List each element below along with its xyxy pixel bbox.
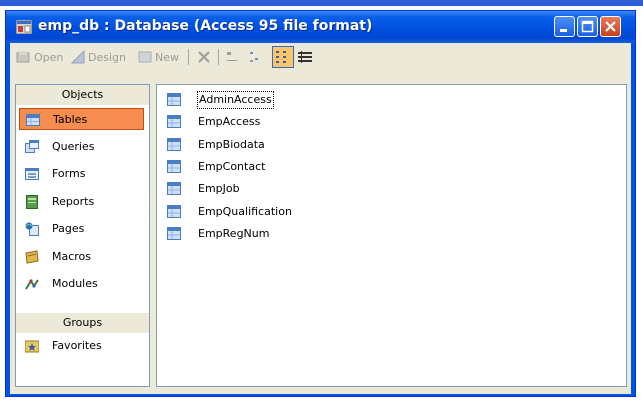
database-window: emp_db : Database (Access 95 file format… [5,10,636,397]
macro-icon [25,249,39,264]
design-button[interactable]: Design [70,47,126,67]
object-list: AdminAccess EmpAccess EmpBiodata EmpContact… [156,84,627,387]
table-icon [167,115,181,129]
minimize-button[interactable] [554,16,575,37]
small-icons-button[interactable] [248,47,266,67]
object-item-macros[interactable]: Macros [19,246,144,268]
page-icon [25,222,39,236]
object-item-label: Queries [52,139,95,153]
group-item-favorites[interactable]: Favorites [19,335,144,357]
top-edge [0,0,643,6]
toolbar-separator [188,49,189,65]
table-name: EmpBiodata [198,137,265,151]
table-name: EmpJob [198,182,240,196]
table-icon [167,137,181,151]
table-icon [167,182,181,196]
table-name: AdminAccess [197,91,274,109]
query-icon [25,139,39,153]
table-icon [26,114,40,126]
table-icon [167,93,181,106]
window-body: Open Design New Objects Tables Queries F… [10,43,631,394]
object-item-reports[interactable]: Reports [19,191,144,213]
large-icons-icon [227,52,237,61]
maximize-icon [581,20,594,33]
toolbar-separator [218,49,219,65]
report-icon [26,194,38,209]
details-view-icon [298,51,312,63]
object-item-label: Forms [52,167,86,180]
design-icon [70,49,85,64]
delete-button[interactable] [196,47,214,67]
objects-bar: Objects Tables Queries Forms Reports Pages Ma… [15,84,150,387]
table-name: EmpQualification [198,204,292,218]
favorites-label: Favorites [52,339,102,352]
object-item-queries[interactable]: Queries [19,136,144,158]
minimize-icon [560,29,567,32]
title-bar[interactable]: emp_db : Database (Access 95 file format… [6,11,635,43]
favorites-icon [25,340,39,353]
table-icon [167,226,181,240]
list-view-button[interactable] [272,46,294,68]
new-icon [138,51,152,63]
maximize-button[interactable] [577,16,598,37]
small-icons-icon [250,52,258,62]
object-item-label: Modules [52,277,98,290]
open-button[interactable]: Open [16,47,63,67]
object-item-label: Tables [53,113,88,126]
list-view-icon [276,51,286,63]
object-item-pages[interactable]: Pages [19,218,144,240]
table-name: EmpRegNum [198,226,270,240]
object-item-label: Reports [52,194,95,208]
database-toolbar: Open Design New [10,43,631,71]
table-icon [167,159,181,173]
open-icon [16,51,30,63]
table-name: EmpAccess [198,115,261,129]
object-item-tables[interactable]: Tables [19,108,144,130]
object-item-label: Pages [52,222,85,235]
open-label: Open [34,50,64,64]
objects-header[interactable]: Objects [16,85,149,105]
close-icon [605,21,616,32]
object-item-modules[interactable]: Modules [19,273,144,295]
large-icons-button[interactable] [224,47,242,67]
groups-header[interactable]: Groups [16,312,149,333]
table-name: EmpContact [198,159,266,173]
new-button[interactable]: New [137,47,179,67]
object-item-forms[interactable]: Forms [19,163,144,185]
design-label: Design [88,50,126,64]
delete-icon [198,51,210,63]
close-button[interactable] [600,16,621,37]
details-view-button[interactable] [297,47,315,67]
form-icon [25,168,39,180]
object-item-label: Macros [52,249,92,263]
table-icon [167,204,181,218]
module-icon [25,279,39,290]
database-app-icon [16,20,32,34]
new-label: New [155,50,179,64]
window-title: emp_db : Database (Access 95 file format… [38,18,373,34]
